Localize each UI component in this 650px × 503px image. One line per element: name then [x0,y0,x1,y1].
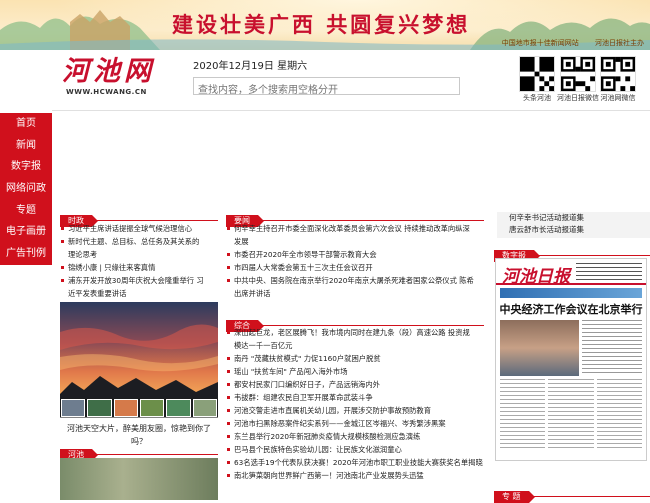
politics-item[interactable]: 浦东开发开放30周年庆祝大会隆重举行 习 [60,274,220,287]
hechi-photo[interactable] [60,458,218,500]
epaper-text-column [500,379,546,449]
section-header-headlines: 要闻 [226,208,484,227]
general-item[interactable]: 都安村民家门口编织好日子，产品远销海内外 [226,378,488,391]
nav-item-home[interactable]: 首页 [0,113,52,135]
qr-code-toutiao [519,56,555,92]
qr-label-wechat-daily: 河池日报微信 [557,94,599,102]
leader-link-secretary[interactable]: 何辛幸书记活动报道集 [509,212,650,224]
qr-icon [561,57,595,91]
general-item[interactable]: 深山起巨龙，老区展腾飞！我市境内同时在建九条（段）高速公路 投资规 [226,326,488,339]
section-header-hechi: 河池 [60,442,218,461]
banner-link-award[interactable]: 中国地市报十佳新闻网站 [502,39,579,47]
qr-icon [601,57,635,91]
general-item[interactable]: 东兰县举行2020年新冠肺炎疫情大规模核酸检测应急演练 [226,430,488,443]
thumbnail[interactable] [113,399,138,417]
qr-label-wechat-site: 河池网微信 [600,94,636,102]
header-divider [52,110,650,111]
nav-item-topics[interactable]: 专题 [0,200,52,222]
qr-label-toutiao: 头条河池 [523,94,551,102]
epaper-text-column [548,379,594,449]
politics-list: 习近平主席讲话提振全球气候治理信心 新时代主题、总目标、总任务及其关系的 理论思考锦… [60,222,220,300]
general-list: 深山起巨龙，老区展腾飞！我市境内同时在建九条（段）高速公路 投资规 模达一千一百亿… [226,326,488,482]
headlines-item[interactable]: 市四届人大常委会第五十三次主任会议召开 [226,261,488,274]
epaper-preview[interactable]: 河池日报 中央经济工作会议在北京举行 [495,258,647,461]
headlines-item[interactable]: 出席并讲话 [226,287,488,300]
search-input[interactable] [194,82,459,99]
epaper-name: 河池日报 [502,267,570,287]
headlines-item[interactable]: 何辛幸主持召开市委全面深化改革委员会第六次会议 持续推动改革向纵深 [226,222,488,235]
site-logo[interactable]: 河池网 WWW.HCWANG.CN [60,57,160,102]
epaper-headline: 中央经济工作会议在北京举行 [499,303,643,316]
epaper-banner-strip [500,288,642,298]
leader-link-mayor[interactable]: 唐云舒市长活动报道集 [509,224,650,236]
thumbnail[interactable] [61,399,86,417]
politics-item[interactable]: 新时代主题、总目标、总任务及其关系的 [60,235,220,248]
photo-thumbnails [60,398,218,418]
politics-item[interactable]: 习近平主席讲话提振全球气候治理信心 [60,222,220,235]
politics-item[interactable]: 锦绣小康 | 只缘往来客真情 [60,261,220,274]
thumbnail[interactable] [139,399,165,417]
search-box[interactable] [193,77,460,99]
epaper-photo [500,320,579,376]
main-nav: 首页 新闻 数字报 网络问政 专题 电子画册 广告刊例 [0,113,52,265]
section-header-general: 综合 [226,313,484,332]
nav-item-album[interactable]: 电子画册 [0,221,52,243]
general-item[interactable]: 河池市扫黑除恶案件纪实系列——金城江区岑福兴、岑秀繁涉黑案 [226,417,488,430]
headlines-item[interactable]: 发展 [226,235,488,248]
section-header-epaper: 数字报 [494,243,650,262]
nav-item-news[interactable]: 新闻 [0,135,52,157]
general-item[interactable]: 韦拔群：组建农民自卫军开展革命武装斗争 [226,391,488,404]
section-title-topics[interactable]: 专 题 [494,491,535,503]
general-item[interactable]: 巴马县个民族特色实验幼儿园：让民族文化滋润童心 [226,443,488,456]
qr-code-wechat-site [600,56,636,92]
logo-url: WWW.HCWANG.CN [66,88,147,96]
headlines-list: 何辛幸主持召开市委全面深化改革委员会第六次会议 持续推动改革向纵深 发展 市委召开2… [226,222,488,300]
general-item[interactable]: 瑶山 "扶贫车间" 产品闯入海外市场 [226,365,488,378]
thumbnail[interactable] [87,399,112,417]
logo-mark: 河池网 [62,56,155,87]
politics-item[interactable]: 近平发表重要讲话 [60,287,220,300]
banner-links: 中国地市报十佳新闻网站 河池日报社主办 [488,38,644,48]
section-header-politics: 时政 [60,208,218,227]
general-item[interactable]: 南丹 "茂藏扶贫模式" 力促1160户就困户脱贫 [226,352,488,365]
thumbnail[interactable] [166,399,191,417]
epaper-text-column [581,320,642,376]
section-header-topics: 专 题 [494,484,650,503]
banner-link-sponsor[interactable]: 河池日报社主办 [595,39,644,47]
general-item[interactable]: 河池交警走进市直属机关幼儿园，开展涉交防护事故预防教育 [226,404,488,417]
nav-item-epaper[interactable]: 数字报 [0,156,52,178]
qr-code-wechat-daily [560,56,596,92]
banner-slogan: 建设壮美广西 共圆复兴梦想 [172,12,471,37]
headlines-item[interactable]: 中共中央、国务院在南京举行2020年南京大屠杀死难者国家公祭仪式 陈希 [226,274,488,287]
masthead-text-block [576,263,642,281]
nav-item-ad-rates[interactable]: 广告刊例 [0,243,52,265]
epaper-masthead: 河池日报 [496,259,646,287]
nav-item-inquiry[interactable]: 网络问政 [0,178,52,200]
general-item[interactable]: 63名选手19个代表队获决赛！2020年河池市职工职业技能大赛获奖名单揭晓 [226,456,488,469]
thumbnail[interactable] [192,399,217,417]
leader-links: 何辛幸书记活动报道集 唐云舒市长活动报道集 [497,212,650,238]
qr-icon [520,57,554,91]
current-date: 2020年12月19日 星期六 [193,61,308,72]
general-item[interactable]: 南北笋菜朝向世界鲜广西第一！河池南北产业发展势头迅猛 [226,469,488,482]
headlines-item[interactable]: 市委召开2020年全市领导干部警示教育大会 [226,248,488,261]
epaper-text-column [596,379,642,449]
top-banner: 建设壮美广西 共圆复兴梦想 中国地市报十佳新闻网站 河池日报社主办 [0,0,650,50]
politics-item[interactable]: 理论思考 [60,248,220,261]
general-item[interactable]: 模达一千一百亿元 [226,339,488,352]
